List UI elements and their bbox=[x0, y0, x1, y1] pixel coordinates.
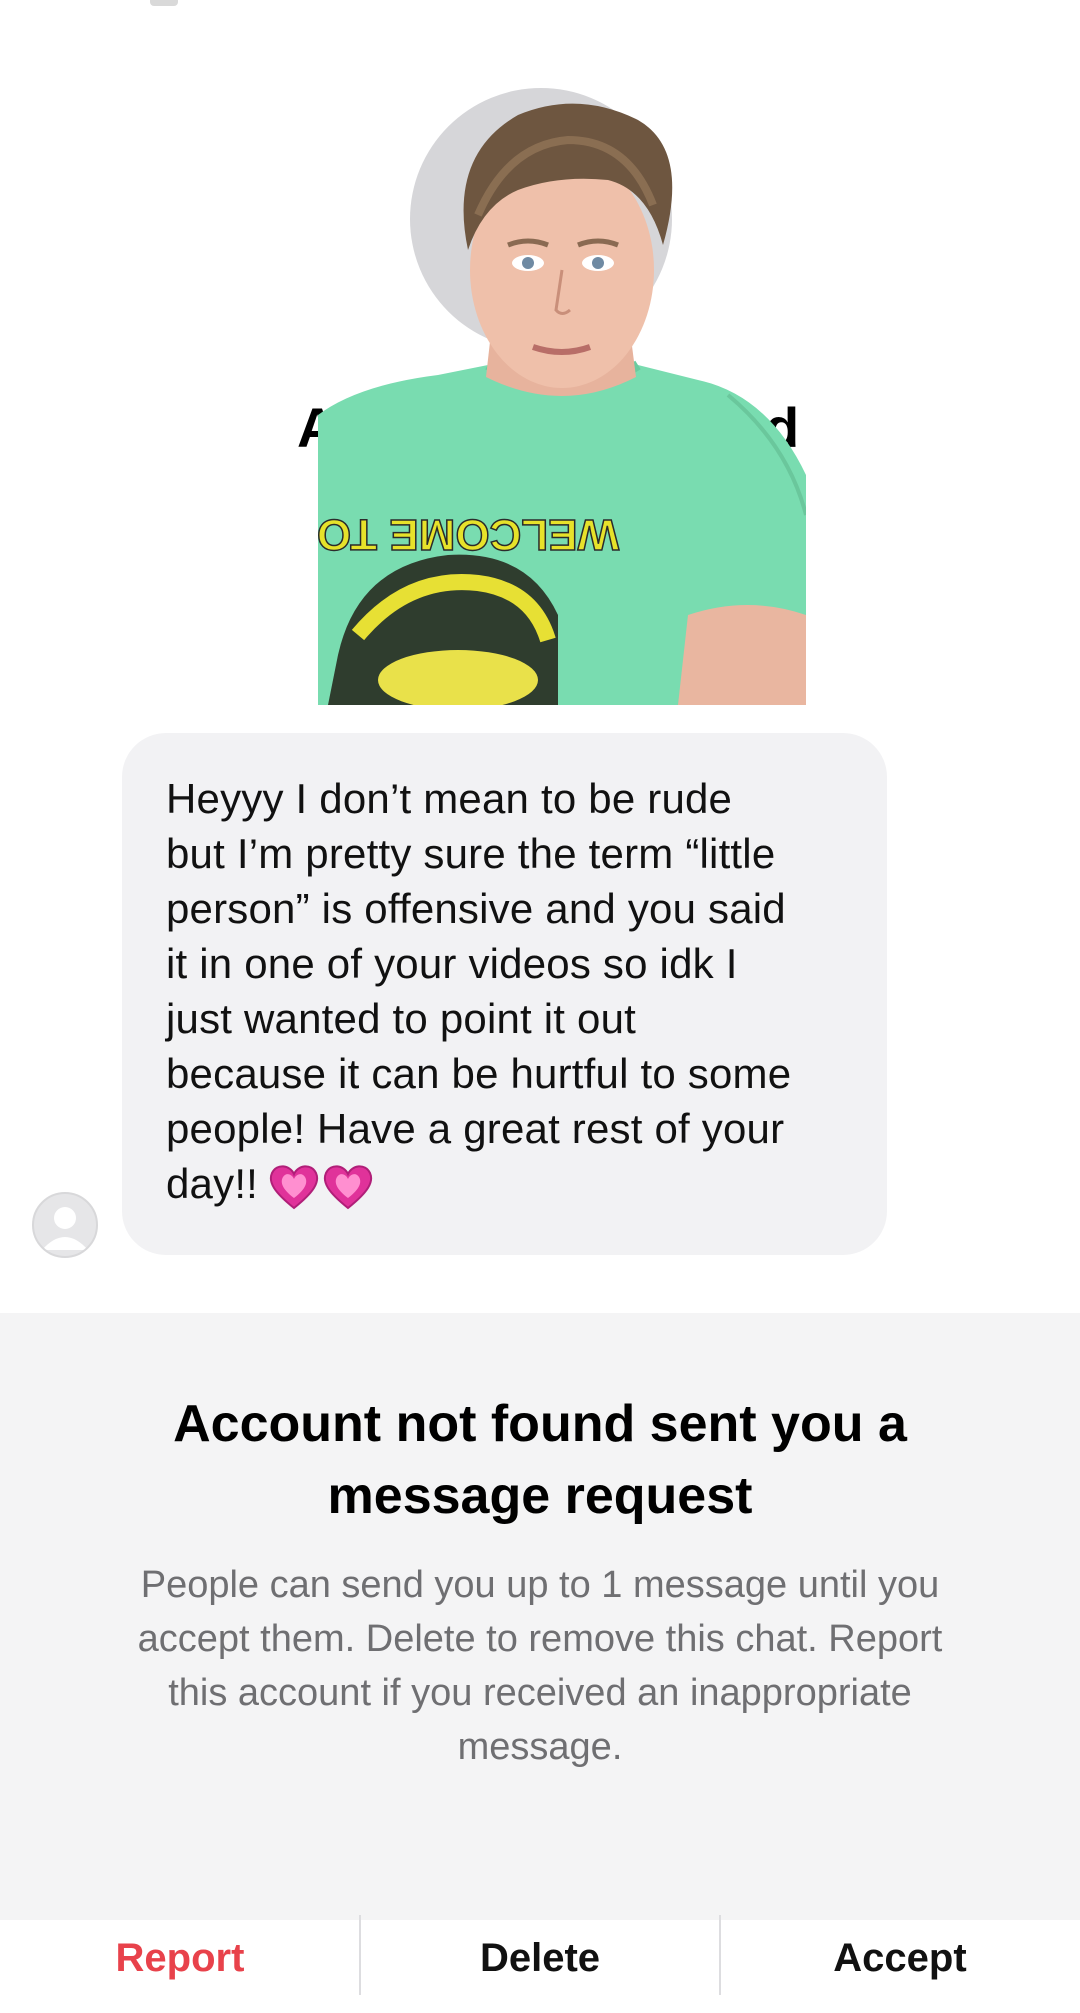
message-line: day!! bbox=[166, 1160, 259, 1207]
message-text: Heyyy I don’t mean to be rude but I’m pr… bbox=[166, 771, 847, 1223]
request-body-line: People can send you up to 1 message unti… bbox=[140, 1564, 940, 1606]
default-avatar-icon bbox=[42, 1207, 88, 1250]
sender-avatar[interactable] bbox=[32, 1192, 98, 1258]
request-body-line: message. bbox=[457, 1726, 623, 1768]
request-body-line: this account if you received an inapprop… bbox=[168, 1672, 912, 1714]
message-line: it in one of your videos so idk I bbox=[166, 940, 738, 987]
growing-heart-icon bbox=[270, 1165, 319, 1210]
message-line: people! Have a great rest of your bbox=[166, 1105, 785, 1152]
status-bar-fragment bbox=[150, 0, 178, 6]
request-body-line: accept them. Delete to remove this chat.… bbox=[137, 1618, 943, 1660]
message-line: just wanted to point it out bbox=[166, 995, 637, 1042]
request-title-line: Account not found sent you a bbox=[173, 1395, 907, 1453]
shirt-text: WELCOME TO bbox=[318, 510, 619, 559]
creator-figure: WELCOME TO bbox=[318, 103, 806, 705]
request-title-line: message request bbox=[327, 1467, 753, 1525]
creator-video-overlay: WELCOME TO bbox=[318, 95, 806, 705]
request-title: Account not found sent you a message req… bbox=[60, 1388, 1020, 1532]
message-request-panel: Account not found sent you a message req… bbox=[0, 1313, 1080, 1995]
heart-emojis bbox=[268, 1162, 376, 1223]
message-line: person” is offensive and you said bbox=[166, 885, 786, 932]
message-line: but I’m pretty sure the term “little bbox=[166, 830, 776, 877]
message-bubble[interactable]: Heyyy I don’t mean to be rude but I’m pr… bbox=[122, 733, 887, 1255]
request-description: People can send you up to 1 message unti… bbox=[70, 1558, 1010, 1774]
message-line: because it can be hurtful to some bbox=[166, 1050, 792, 1097]
growing-heart-icon bbox=[324, 1165, 373, 1210]
message-line: Heyyy I don’t mean to be rude bbox=[166, 775, 733, 822]
